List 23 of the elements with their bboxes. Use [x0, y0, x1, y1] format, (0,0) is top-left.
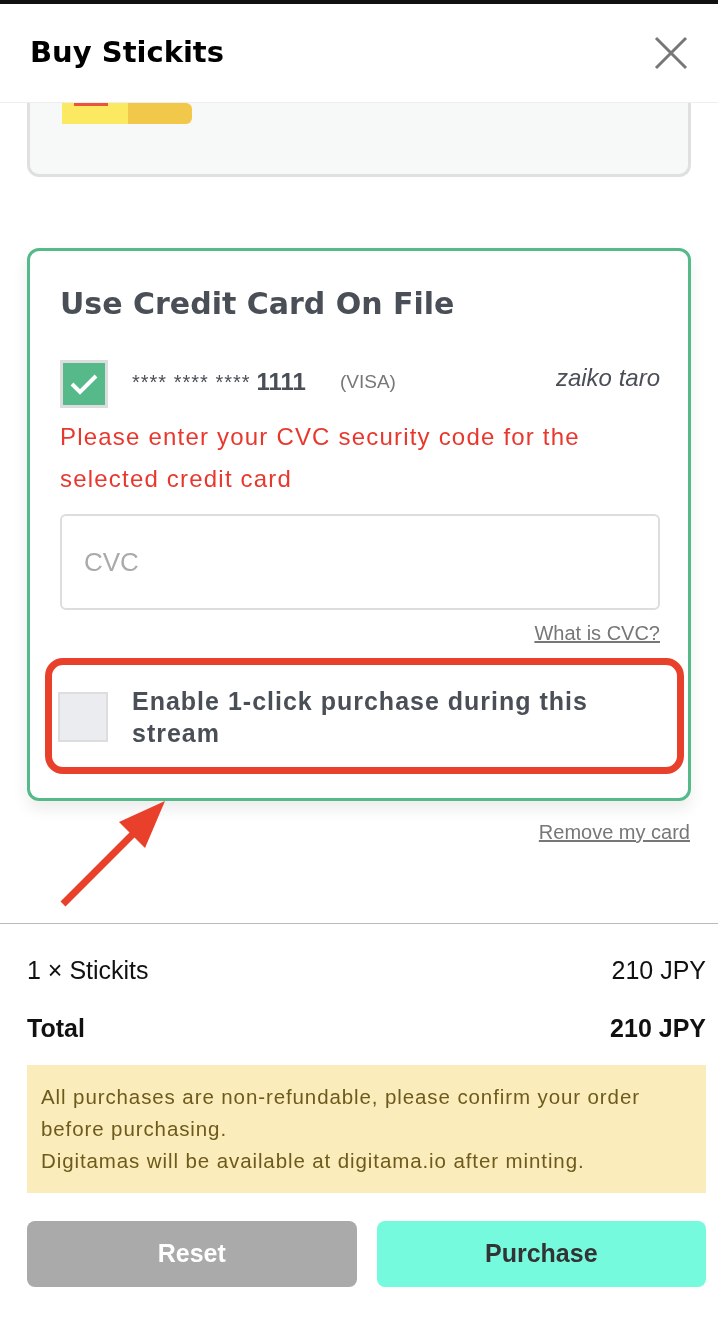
card-brand: (VISA) — [339, 369, 396, 394]
purchase-button[interactable]: Purchase — [376, 1221, 706, 1287]
reset-button[interactable]: Reset — [27, 1221, 357, 1287]
summary-label: Total — [27, 1012, 85, 1044]
panel-title: Use Credit Card On File — [60, 285, 456, 323]
notice-text: Digitamas will be available at digitama.io after minting. — [41, 1148, 586, 1174]
close-icon[interactable] — [654, 36, 688, 70]
card-number-mask: **** **** **** — [132, 370, 251, 395]
card-last-digits: 1111 — [256, 367, 306, 397]
cvc-input[interactable]: CVC — [60, 514, 660, 610]
summary-label: 1 × Stickits — [27, 955, 149, 986]
summary-amount: 210 JPY — [611, 955, 706, 986]
one-click-checkbox[interactable] — [58, 692, 108, 742]
help-link[interactable]: What is CVC? — [534, 622, 660, 644]
dialog-title: Buy Stickits — [30, 34, 224, 72]
one-click-label: Enable 1-click purchase during this stream — [132, 686, 589, 749]
card-checkbox[interactable] — [60, 360, 108, 408]
check-icon — [69, 372, 99, 396]
summary-amount: 210 JPY — [610, 1012, 706, 1044]
card-holder-name: zaiko taro — [555, 363, 660, 393]
notice-text: All purchases are non-refundable, please confirm your order before purchasing. — [41, 1084, 641, 1142]
error-message: Please enter your CVC security code for the selected credit card — [60, 422, 581, 494]
remove-card-link[interactable]: Remove my card — [538, 821, 690, 843]
